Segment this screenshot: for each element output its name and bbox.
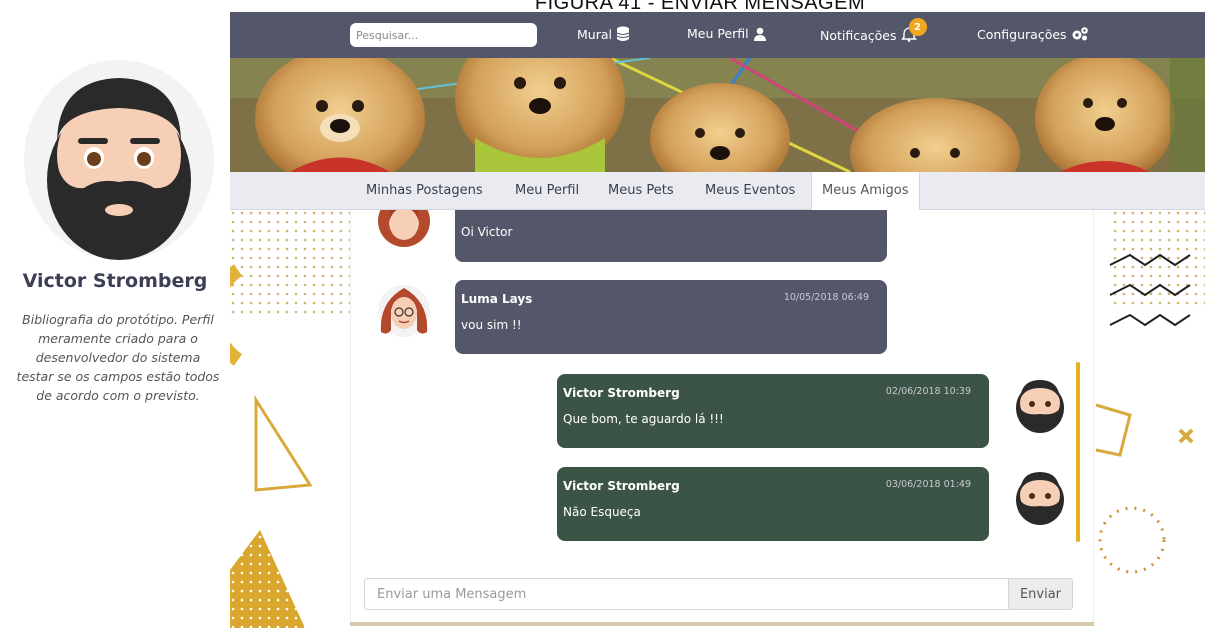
message-timestamp: 03/06/2018 01:49 bbox=[885, 479, 971, 490]
profile-tabs: Minhas Postagens Meu Perfil Meus Pets Me… bbox=[230, 172, 1205, 210]
message-bubble: Oi Victor bbox=[455, 210, 887, 262]
message-bubble: Victor Stromberg 03/06/2018 01:49 Não Es… bbox=[557, 467, 989, 541]
message-text: vou sim !! bbox=[461, 318, 522, 332]
message-timestamp: 02/06/2018 10:39 bbox=[885, 386, 971, 397]
search-input[interactable] bbox=[350, 23, 537, 47]
message-author: Victor Stromberg bbox=[563, 479, 680, 493]
luma-avatar-icon bbox=[378, 285, 430, 337]
nav-notificacoes[interactable]: Notificações 2 bbox=[820, 18, 927, 45]
message-input[interactable] bbox=[365, 579, 1009, 609]
nav-meu-perfil-label: Meu Perfil bbox=[687, 26, 749, 41]
nav-mural-label: Mural bbox=[577, 26, 612, 42]
nav-meu-perfil[interactable]: Meu Perfil bbox=[687, 26, 767, 41]
message-composer: Enviar bbox=[364, 578, 1073, 610]
profile-bio: Bibliografia do protótipo. Perfil merame… bbox=[16, 312, 220, 403]
message-text: Não Esqueça bbox=[563, 505, 641, 519]
victor-avatar-icon bbox=[1016, 472, 1064, 525]
top-navbar: Mural Meu Perfil Notificações 2 Configur… bbox=[230, 12, 1205, 58]
message-text: Oi Victor bbox=[461, 225, 513, 239]
nav-mural[interactable]: Mural bbox=[577, 26, 630, 42]
send-button[interactable]: Enviar bbox=[1008, 579, 1072, 609]
message-author: Luma Lays bbox=[461, 292, 533, 306]
message-text: Que bom, te aguardo lá !!! bbox=[563, 412, 724, 426]
nav-notificacoes-label: Notificações bbox=[820, 28, 897, 43]
tab-meus-pets[interactable]: Meus Pets bbox=[598, 172, 684, 210]
nav-configuracoes[interactable]: Configurações bbox=[977, 26, 1089, 42]
profile-name: Victor Stromberg bbox=[22, 270, 208, 292]
message-bubble: Victor Stromberg 02/06/2018 10:39 Que bo… bbox=[557, 374, 989, 448]
chat-scrollbar[interactable] bbox=[1076, 362, 1080, 542]
gears-icon bbox=[1072, 27, 1088, 41]
victor-avatar-icon bbox=[1016, 380, 1064, 433]
database-icon bbox=[616, 26, 630, 41]
profile-sidebar: Victor Stromberg Bibliografia do protóti… bbox=[0, 12, 230, 628]
message-timestamp: 10/05/2018 06:49 bbox=[783, 292, 869, 303]
user-icon bbox=[753, 27, 766, 41]
cover-banner bbox=[230, 58, 1205, 172]
message-bubble: Luma Lays 10/05/2018 06:49 vou sim !! bbox=[455, 280, 887, 354]
notification-count-badge: 2 bbox=[908, 18, 927, 36]
tab-meu-perfil[interactable]: Meu Perfil bbox=[505, 172, 589, 210]
message-author: Victor Stromberg bbox=[563, 386, 680, 400]
puppies-cover-image bbox=[230, 58, 1205, 172]
bearded-man-avatar-icon bbox=[24, 60, 214, 260]
tab-meus-amigos[interactable]: Meus Amigos bbox=[811, 172, 920, 210]
luma-avatar-icon bbox=[378, 210, 430, 247]
chat-panel-bottom-border bbox=[350, 622, 1094, 626]
profile-avatar bbox=[24, 60, 214, 260]
tab-minhas-postagens[interactable]: Minhas Postagens bbox=[356, 172, 493, 210]
tab-meus-eventos[interactable]: Meus Eventos bbox=[695, 172, 805, 210]
nav-configuracoes-label: Configurações bbox=[977, 26, 1067, 42]
chat-panel: Oi Victor Luma Lays 10/05/2018 06:49 vou… bbox=[350, 210, 1094, 622]
